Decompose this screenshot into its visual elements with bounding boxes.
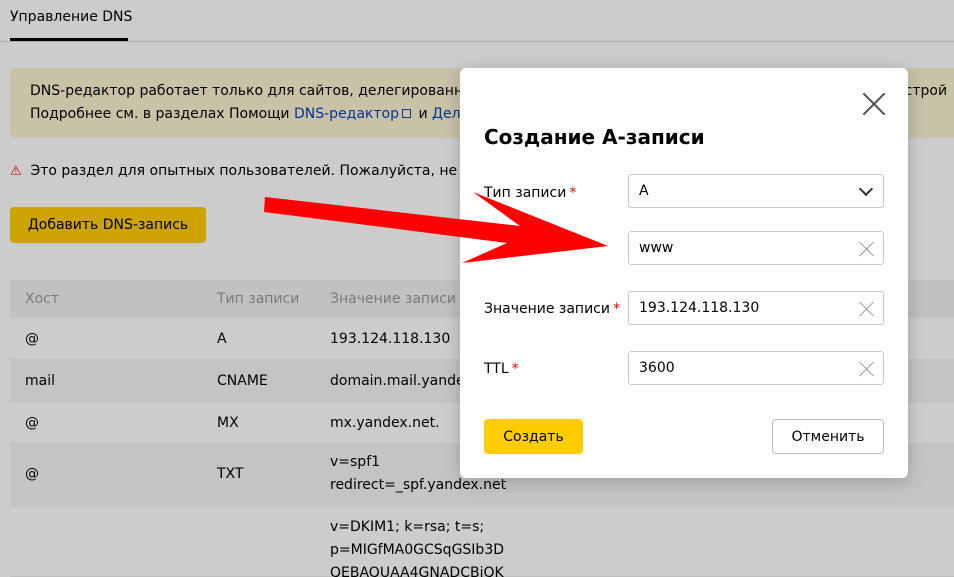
record-type-select[interactable]: A — [628, 174, 884, 208]
ttl-label: TTL * — [484, 361, 519, 377]
close-icon[interactable] — [862, 92, 886, 116]
clear-icon[interactable] — [859, 361, 875, 377]
record-value-input[interactable]: 193.124.118.130 — [628, 291, 884, 325]
host-input[interactable]: www — [628, 231, 884, 265]
cancel-button[interactable]: Отменить — [772, 419, 884, 454]
create-button[interactable]: Создать — [484, 419, 583, 454]
clear-icon[interactable] — [859, 241, 875, 257]
clear-icon[interactable] — [859, 301, 875, 317]
record-type-label: Тип записи * — [484, 185, 577, 201]
chevron-down-icon — [858, 181, 874, 197]
create-a-record-dialog: Создание A-записи Тип записи * A www Знач… — [460, 68, 908, 478]
dialog-title: Создание A-записи — [484, 125, 705, 149]
ttl-input[interactable]: 3600 — [628, 351, 884, 385]
record-value-label: Значение записи * — [484, 301, 620, 317]
